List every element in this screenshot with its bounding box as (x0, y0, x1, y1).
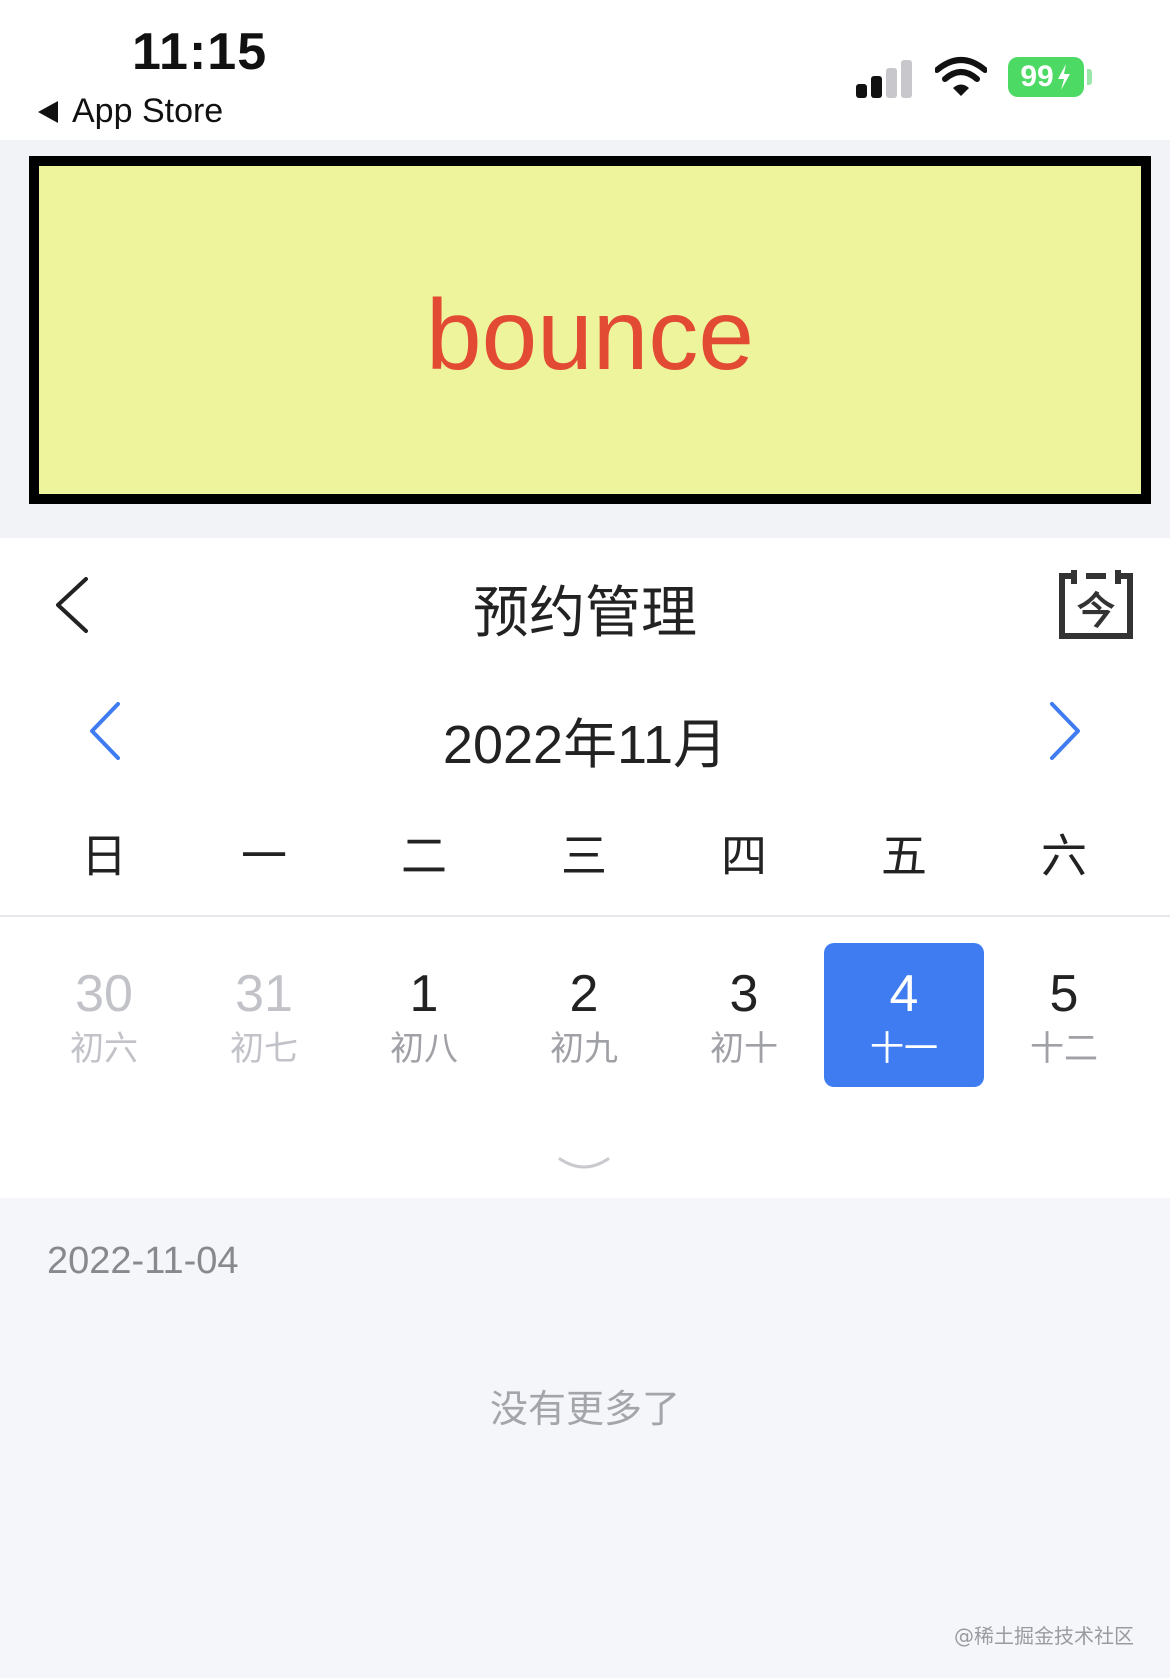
cellular-signal-icon (856, 58, 916, 98)
month-title: 2022年11月 (442, 715, 728, 775)
back-app-label: App Store (72, 92, 224, 130)
page: 11:15 App Store 99 bounce 预约管理 今 2022年11… (0, 0, 1170, 1678)
page-title: 预约管理 (473, 581, 697, 646)
day-lunar: 十一 (870, 1029, 938, 1069)
weekday-sat: 六 (1041, 829, 1087, 883)
battery-cap (1087, 69, 1092, 85)
day-lunar: 初九 (550, 1029, 618, 1069)
expand-calendar-chevron-icon[interactable] (558, 1155, 610, 1175)
day-cell[interactable]: 2 初九 (504, 943, 664, 1087)
battery-indicator: 99 (1008, 57, 1084, 97)
banner-text: bounce (425, 278, 755, 391)
watermark: @稀土掘金技术社区 (954, 1624, 1134, 1648)
weekday-sun: 日 (81, 829, 127, 883)
day-number: 5 (1049, 965, 1079, 1023)
weekday-divider (0, 915, 1170, 917)
weekday-wed: 三 (561, 829, 607, 883)
day-cell[interactable]: 3 初十 (664, 943, 824, 1087)
bounce-banner: bounce (29, 156, 1151, 504)
weekday-fri: 五 (881, 829, 927, 883)
day-cell[interactable]: 31 初七 (184, 943, 344, 1087)
back-to-app-store-link[interactable]: App Store (38, 92, 223, 131)
day-lunar: 十二 (1030, 1029, 1098, 1069)
day-cell[interactable]: 1 初八 (344, 943, 504, 1087)
day-number: 2 (569, 965, 599, 1023)
day-number: 30 (75, 965, 133, 1023)
battery-level: 99 (1020, 60, 1054, 93)
no-more-text: 没有更多了 (489, 1387, 680, 1431)
wifi-icon (935, 57, 987, 96)
today-glyph: 今 (1077, 589, 1115, 633)
weekday-header: 日 一 二 三 四 五 六 (24, 820, 1144, 886)
day-cell[interactable]: 30 初六 (24, 943, 184, 1087)
weekday-thu: 四 (721, 829, 767, 883)
selected-date-label: 2022-11-04 (47, 1240, 239, 1282)
charging-bolt-icon (1057, 64, 1070, 90)
day-cell[interactable]: 5 十二 (984, 943, 1144, 1087)
back-triangle-icon (38, 100, 58, 123)
day-number: 4 (889, 965, 919, 1023)
next-month-chevron-icon[interactable] (1044, 700, 1084, 762)
day-lunar: 初六 (70, 1029, 138, 1069)
status-bar: 11:15 App Store 99 (0, 0, 1170, 140)
day-lunar: 初八 (390, 1029, 458, 1069)
day-number: 3 (729, 965, 759, 1023)
day-lunar: 初十 (710, 1029, 778, 1069)
today-calendar-icon[interactable]: 今 (1058, 568, 1134, 640)
weekday-mon: 一 (241, 829, 287, 883)
week-row: 30 初六 31 初七 1 初八 2 初九 3 初十 4 十一 5 十二 (24, 943, 1144, 1087)
day-number: 1 (409, 965, 439, 1023)
status-time: 11:15 (132, 23, 268, 81)
day-number: 31 (235, 965, 293, 1023)
weekday-tue: 二 (401, 829, 447, 883)
day-lunar: 初七 (230, 1029, 298, 1069)
day-cell-selected[interactable]: 4 十一 (824, 943, 984, 1087)
